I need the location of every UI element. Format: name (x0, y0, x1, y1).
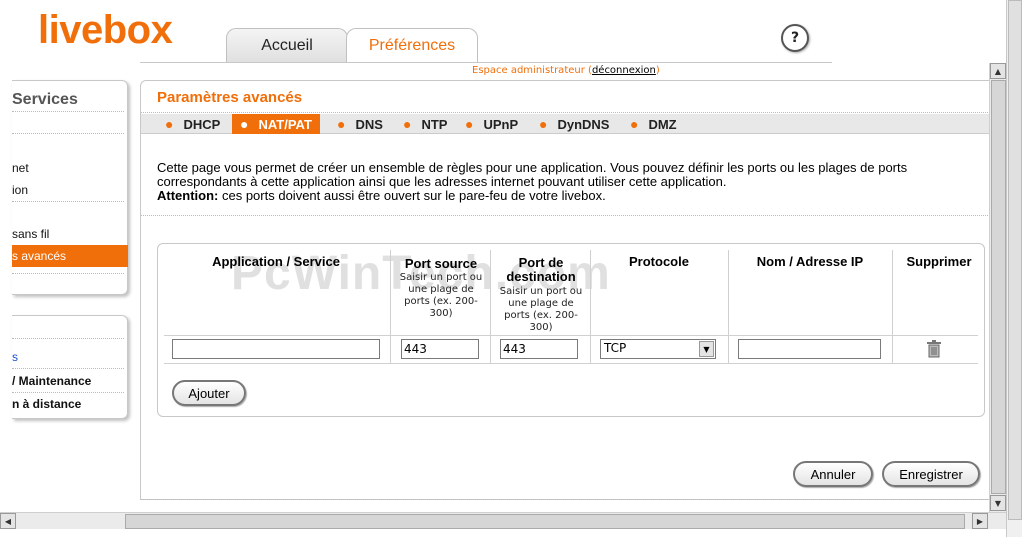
scroll-down-icon[interactable]: ▼ (990, 495, 1006, 511)
header-application: Application / Service (212, 254, 340, 269)
bullet-icon: ● (539, 116, 548, 132)
port-source-help: Saisir un port ou une plage de ports (ex… (399, 272, 483, 319)
sidebar-item-advanced[interactable]: s avancés (12, 245, 128, 267)
window-scrollbar[interactable] (1006, 0, 1022, 537)
horizontal-scrollbar[interactable]: ◀ ▶ (0, 512, 1006, 529)
port-source-input[interactable] (401, 339, 479, 359)
subtab-label: NTP (421, 116, 448, 132)
rules-table: Application / Service Port source Saisir… (157, 243, 985, 417)
header-port-source: Port source (404, 256, 478, 271)
subtab-label: UPnP (483, 116, 519, 132)
tab-accueil[interactable]: Accueil (226, 28, 348, 62)
sidebar-divider (12, 392, 124, 393)
description-divider (141, 215, 1004, 216)
vertical-scroll-thumb[interactable] (991, 80, 1006, 494)
bullet-icon: ● (337, 116, 346, 132)
subtab-ntp[interactable]: ● NTP (395, 114, 455, 134)
port-destination-help: Saisir un port ou une plage de ports (ex… (499, 286, 583, 333)
sidebar-title: Services (12, 91, 78, 108)
sidebar-item-maintenance[interactable]: / Maintenance (12, 374, 91, 388)
subtab-dns[interactable]: ● DNS (329, 114, 391, 134)
row-divider (164, 335, 978, 336)
window-scroll-thumb[interactable] (1008, 0, 1022, 520)
sidebar-divider (12, 368, 124, 369)
tab-preferences[interactable]: Préférences (346, 28, 478, 62)
sidebar-item-wireless[interactable]: sans fil (12, 227, 49, 241)
protocole-select[interactable]: TCP ▼ (600, 339, 716, 359)
description-text: Cette page vous permet de créer un ensem… (157, 160, 908, 189)
column-divider (490, 250, 491, 363)
sidebar-item-connection[interactable]: ion (12, 183, 28, 197)
bullet-icon: ● (403, 116, 412, 132)
page-description: Cette page vous permet de créer un ensem… (157, 161, 997, 203)
bullet-icon: ● (240, 116, 249, 132)
header-protocole: Protocole (629, 254, 689, 269)
column-divider (728, 250, 729, 363)
protocole-value: TCP (604, 341, 627, 355)
application-input[interactable] (172, 339, 380, 359)
chevron-down-icon[interactable]: ▼ (699, 341, 714, 357)
bullet-icon: ● (165, 116, 174, 132)
admin-paren-close: ) (655, 65, 660, 76)
admin-status: Espace administrateur (déconnexion) (472, 65, 660, 76)
nom-ip-input[interactable] (738, 339, 881, 359)
subtab-bar: ● DHCP ● NAT/PAT ● DNS ● NTP ● UPnP ● DynDNS ●… (141, 114, 1004, 134)
header-port-destination: Port de destination (506, 255, 576, 284)
save-button[interactable]: Enregistrer (882, 461, 980, 487)
header-nom-ip: Nom / Adresse IP (756, 254, 864, 269)
sidebar-services: Services net ion sans fil s avancés (12, 80, 128, 295)
main-panel: Paramètres avancés ● DHCP ● NAT/PAT ● DNS ●… (140, 80, 1005, 500)
sidebar-divider (12, 273, 124, 274)
sidebar-divider (12, 111, 124, 112)
livebox-window: livebox Accueil Préférences Espace admin… (0, 0, 1022, 537)
subtab-nat-pat[interactable]: ● NAT/PAT (232, 114, 320, 134)
bottom-divider (141, 499, 1004, 500)
subtab-label: DHCP (183, 116, 221, 132)
subtab-label: DynDNS (557, 116, 610, 132)
bullet-icon: ● (465, 116, 474, 132)
help-icon[interactable]: ? (781, 24, 809, 52)
horizontal-scroll-thumb[interactable] (125, 514, 965, 529)
column-divider (390, 250, 391, 363)
sidebar-item-internet[interactable]: net (12, 161, 29, 175)
subtab-dyndns[interactable]: ● DynDNS (531, 114, 617, 134)
page-title: Paramètres avancés (157, 89, 303, 106)
subtab-dhcp[interactable]: ● DHCP (157, 114, 228, 134)
port-destination-input[interactable] (500, 339, 578, 359)
vertical-scrollbar[interactable]: ▲ ▼ (989, 63, 1006, 513)
admin-label: Espace administrateur (472, 65, 585, 76)
scroll-right-icon[interactable]: ▶ (972, 513, 988, 529)
subtab-dmz[interactable]: ● DMZ (622, 114, 685, 134)
add-rule-button[interactable]: Ajouter (172, 380, 246, 406)
cancel-button[interactable]: Annuler (793, 461, 873, 487)
attention-text: ces ports doivent aussi être ouvert sur … (218, 188, 606, 203)
column-divider (590, 250, 591, 363)
livebox-logo[interactable]: livebox (38, 8, 173, 53)
title-divider (141, 112, 1004, 113)
scroll-up-icon[interactable]: ▲ (990, 63, 1006, 79)
scroll-left-icon[interactable]: ◀ (0, 513, 16, 529)
subtab-upnp[interactable]: ● UPnP (457, 114, 526, 134)
subtab-label: DMZ (648, 116, 677, 132)
logout-link[interactable]: déconnexion (592, 65, 656, 76)
row-divider (164, 363, 978, 364)
trash-icon[interactable] (926, 340, 942, 358)
subtab-label: NAT/PAT (258, 116, 312, 132)
sidebar-item-remote[interactable]: n à distance (12, 397, 81, 411)
sidebar-divider (12, 338, 124, 339)
subtab-label: DNS (355, 116, 383, 132)
column-divider (892, 250, 893, 363)
sidebar-maintenance: s / Maintenance n à distance (12, 315, 128, 419)
sidebar-divider (12, 133, 124, 134)
sidebar-item-link[interactable]: s (12, 350, 18, 364)
attention-label: Attention: (157, 188, 219, 203)
header-divider (140, 62, 832, 63)
header-supprimer: Supprimer (906, 254, 972, 269)
bullet-icon: ● (630, 116, 639, 132)
sidebar-divider (12, 201, 124, 202)
